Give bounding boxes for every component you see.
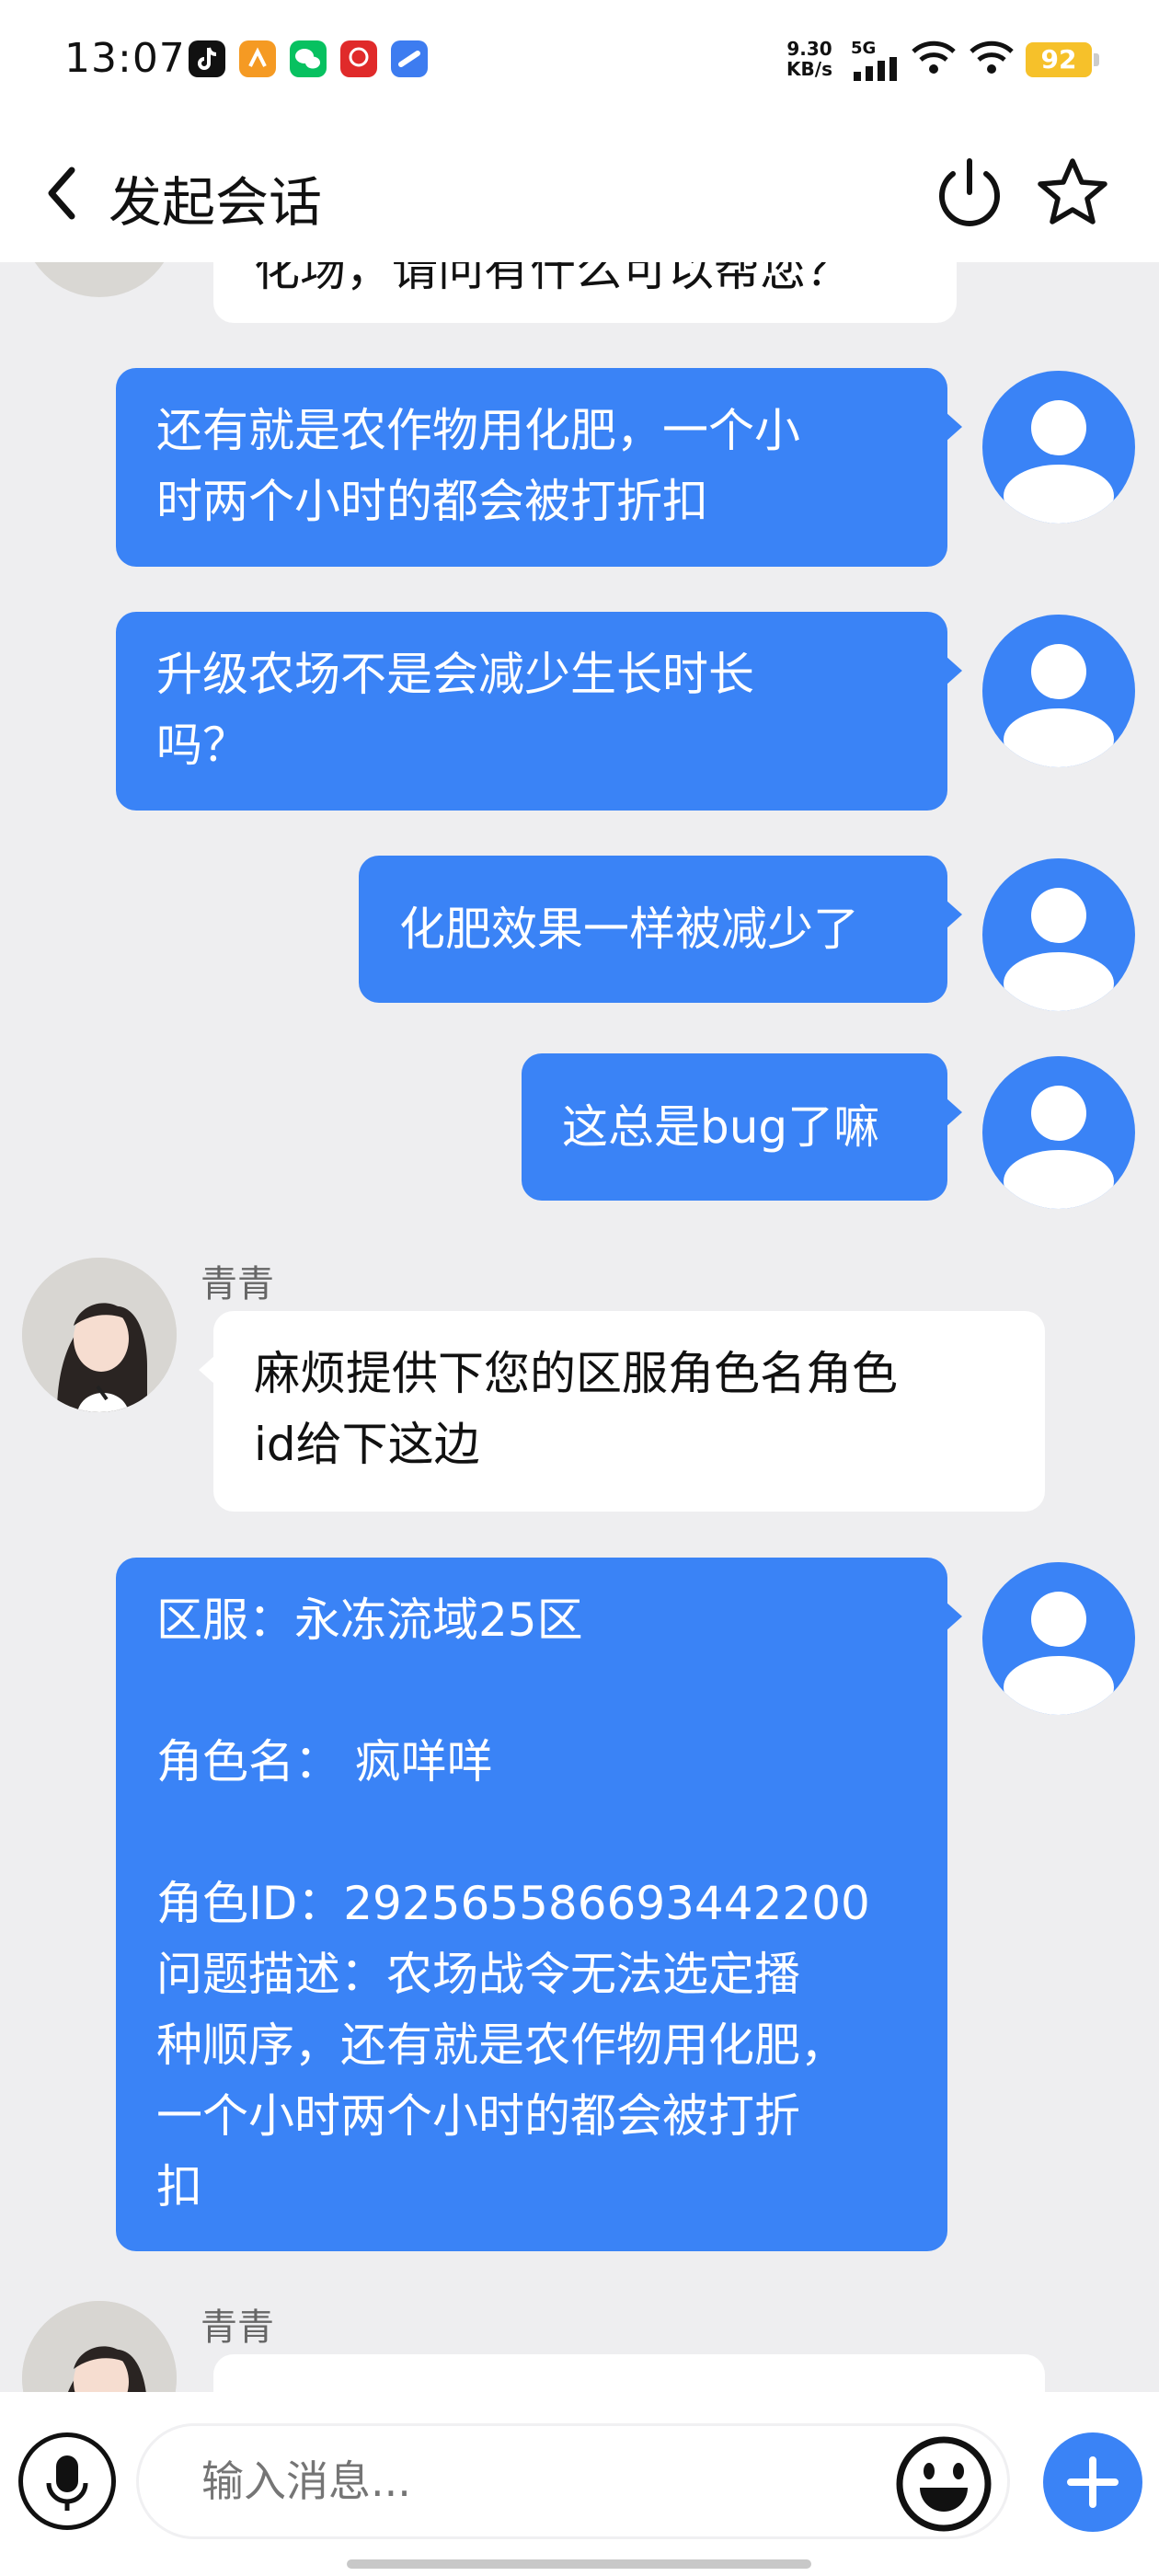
user-avatar[interactable] xyxy=(982,615,1135,767)
agent-message-bubble[interactable]: 麻烦提供下您的区服角色名角色 id给下这边 xyxy=(199,1311,1045,1512)
network-type: 5G xyxy=(851,39,877,58)
star-icon[interactable] xyxy=(1034,154,1111,231)
plus-icon xyxy=(1067,2456,1119,2508)
signal-bars-icon xyxy=(854,57,897,81)
agent-avatar[interactable] xyxy=(22,262,177,297)
add-attachment-button[interactable] xyxy=(1043,2432,1142,2532)
sender-name: 青青 xyxy=(201,1263,274,1305)
power-icon[interactable] xyxy=(931,154,1008,231)
home-indicator[interactable] xyxy=(347,2559,811,2569)
emoji-icon[interactable] xyxy=(894,2434,993,2534)
user-message-bubble[interactable]: 区服：永冻流域25区 角色名： 疯咩咩 角色ID：292565586693442… xyxy=(116,1558,962,2251)
user-avatar[interactable] xyxy=(982,371,1135,523)
agent-message-bubble[interactable]: 化场，请问有什么可以帮您？ xyxy=(213,262,957,323)
message-input-bar xyxy=(0,2392,1159,2576)
message-input[interactable] xyxy=(136,2423,1010,2539)
chat-message-list[interactable]: 化场，请问有什么可以帮您？ 还有就是农作物用化肥，一个小 时两个小时的都会被打折… xyxy=(0,262,1159,2392)
user-message-bubble[interactable]: 还有就是农作物用化肥，一个小 时两个小时的都会被打折扣 xyxy=(116,368,962,567)
blue-app-icon xyxy=(391,40,428,77)
orange-app-icon xyxy=(239,40,276,77)
battery-indicator: 92 xyxy=(1026,42,1099,77)
agent-avatar[interactable] xyxy=(22,2301,177,2392)
user-message-bubble[interactable]: 这总是bug了嘛 xyxy=(522,1053,962,1201)
wifi-icon-2 xyxy=(970,40,1014,74)
chevron-left-icon[interactable] xyxy=(42,163,83,224)
page-title: 发起会话 xyxy=(109,171,323,234)
status-time: 13:07 xyxy=(64,35,186,82)
microphone-icon xyxy=(46,2455,88,2511)
wifi-icon-1 xyxy=(912,40,956,74)
red-app-icon xyxy=(340,40,377,77)
wechat-icon xyxy=(290,40,327,77)
net-speed: 9.30 KB/s xyxy=(786,38,832,80)
sender-name: 青青 xyxy=(201,2306,274,2349)
user-avatar[interactable] xyxy=(982,1056,1135,1209)
voice-button[interactable] xyxy=(18,2432,116,2530)
user-avatar[interactable] xyxy=(982,1562,1135,1715)
agent-message-bubble[interactable] xyxy=(213,2354,1045,2392)
chat-screen: 13:07 9.30 KB/s 5G 92 发起会话 化场，请问有什么可以帮您？… xyxy=(0,0,1159,2576)
status-bar: 13:07 9.30 KB/s 5G 92 xyxy=(0,0,1159,124)
user-message-bubble[interactable]: 升级农场不是会减少生长时长 吗？ xyxy=(116,612,962,811)
user-message-bubble[interactable]: 化肥效果一样被减少了 xyxy=(359,856,962,1003)
tiktok-icon xyxy=(189,40,225,77)
agent-avatar[interactable] xyxy=(22,1258,177,1412)
nav-bar: 发起会话 xyxy=(0,124,1159,262)
user-avatar[interactable] xyxy=(982,858,1135,1011)
